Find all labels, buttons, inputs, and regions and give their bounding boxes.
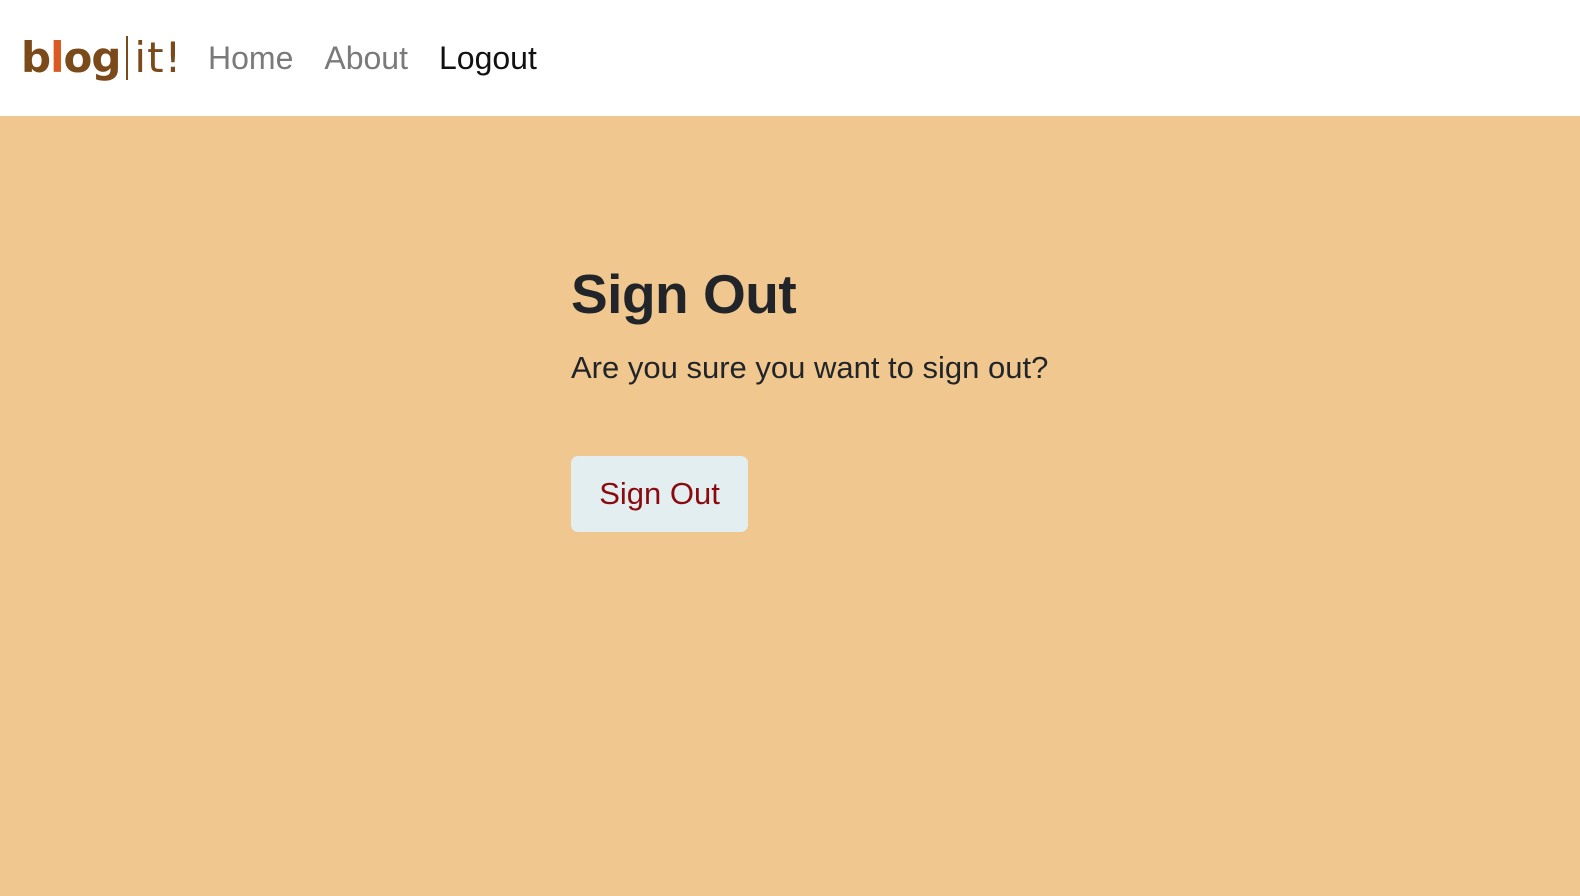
brand-logo[interactable]: b l og it! xyxy=(21,30,182,86)
brand-letter-l: l xyxy=(50,33,64,82)
navbar: b l og it! Home About Logout xyxy=(0,0,1580,116)
nav-about-link[interactable]: About xyxy=(324,38,408,78)
nav-logout-link[interactable]: Logout xyxy=(439,38,537,78)
brand-divider xyxy=(126,36,129,80)
sign-out-button[interactable]: Sign Out xyxy=(571,456,748,532)
brand-letters-it: it! xyxy=(134,33,183,82)
confirmation-text: Are you sure you want to sign out? xyxy=(571,350,1049,385)
signout-panel: Sign Out Are you sure you want to sign o… xyxy=(571,262,1271,532)
brand-letters-og: og xyxy=(63,33,121,82)
nav-home-link[interactable]: Home xyxy=(208,38,293,78)
page-title: Sign Out xyxy=(571,263,797,325)
brand-letter-b: b xyxy=(21,33,51,82)
nav-links: Home About Logout xyxy=(208,38,568,78)
